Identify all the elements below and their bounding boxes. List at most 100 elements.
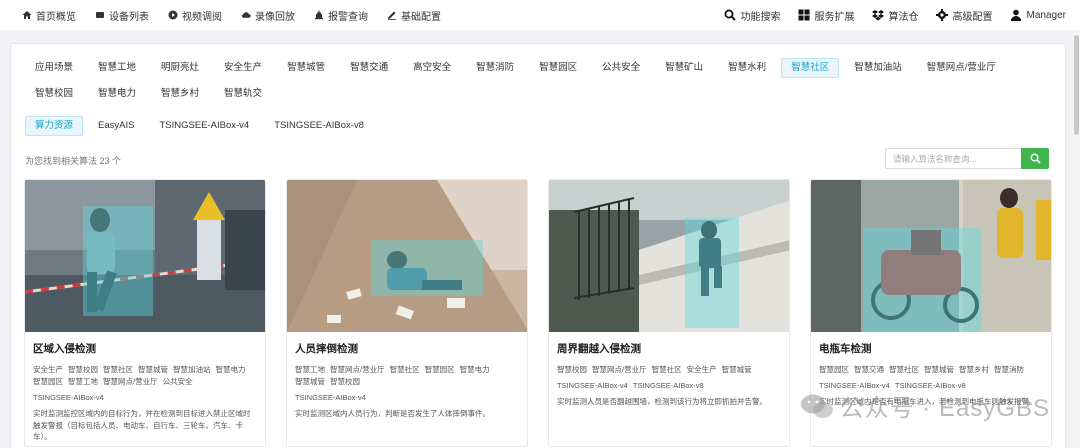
category-tab[interactable]: 智慧园区 (529, 58, 587, 78)
category-tab[interactable]: 智慧交通 (340, 58, 398, 78)
card-tag: 公共安全 (162, 377, 193, 386)
category-tab[interactable]: 安全生产 (214, 58, 272, 78)
nav-item-service-extension[interactable]: 服务扩展 (798, 8, 855, 23)
nav-item-advanced-config[interactable]: 高级配置 (935, 8, 993, 23)
card-tag: 智慧网点/营业厅 (103, 377, 158, 386)
card-tag: 智慧工地 (68, 377, 98, 386)
nav-item-playback[interactable]: 录像回放 (241, 8, 295, 23)
category-tab[interactable]: 智慧电力 (88, 84, 146, 104)
nav-label: 高级配置 (952, 11, 993, 23)
card-title: 区域入侵检测 (33, 343, 96, 355)
category-tab[interactable]: 智慧城管 (277, 58, 335, 78)
card-tag: 智慧消防 (994, 365, 1024, 374)
card-tag: 智慧城管 (138, 365, 168, 374)
card-tag: 智慧校园 (68, 365, 98, 374)
detection-box (371, 240, 483, 296)
nav-label: 视频调阅 (182, 11, 222, 23)
nav-item-function-search[interactable]: 功能搜索 (724, 8, 781, 23)
card-tag: 智慧园区 (819, 365, 849, 374)
category-tab[interactable]: 智慧轨交 (214, 84, 272, 104)
cloud-icon (241, 10, 251, 20)
grid-icon (798, 9, 810, 21)
edit-icon (387, 10, 397, 20)
card-tags: 安全生产 智慧校园 智慧社区 智慧城管 智慧加油站 智慧电力智慧园区 智慧工地 智慧网点/营业… (33, 364, 257, 388)
nav-item-algorithm-store[interactable]: 算法仓 (871, 8, 919, 23)
card-tag: 智慧电力 (459, 365, 490, 374)
source-tab[interactable]: TSINGSEE-AIBox-v4 (149, 116, 259, 136)
nav-label: 算法仓 (888, 11, 919, 23)
category-tab[interactable]: 智慧校园 (25, 84, 83, 104)
card-title: 电瓶车检测 (819, 343, 872, 355)
card-tags: 智慧园区 智慧交通 智慧社区 智慧城管 智慧乡村 智慧消防 (819, 364, 1043, 376)
source-filter-bar: 算力资源 EasyAIS TSINGSEE-AIBox-v4 TSINGSEE-… (25, 116, 379, 136)
source-tab-active[interactable]: 算力资源 (25, 116, 84, 136)
card-image (811, 180, 1051, 332)
play-icon (168, 10, 178, 20)
algorithm-card[interactable]: 人员摔倒检测 智慧工地 智慧网点/营业厅 智慧社区 智慧园区 智慧电力智慧城管 智慧校园 … (286, 179, 528, 447)
card-tag: 智慧城管 (295, 377, 325, 386)
card-tag: 智慧社区 (889, 365, 919, 374)
card-image (25, 180, 265, 332)
nav-label: 报警查询 (328, 11, 368, 23)
user-icon (1010, 9, 1022, 21)
result-count: 为您找到相关算法 23 个 (25, 156, 122, 166)
category-tab[interactable]: 智慧加油站 (844, 58, 912, 78)
card-tag: 智慧园区 (424, 365, 455, 374)
home-icon (22, 10, 32, 20)
card-device: TSINGSEE-AIBox-v4 (33, 393, 104, 402)
category-tab[interactable]: 公共安全 (592, 58, 650, 78)
category-tab[interactable]: 智慧消防 (466, 58, 524, 78)
card-tag: 智慧电力 (215, 365, 246, 374)
gear-icon (935, 9, 948, 21)
page-scrollbar[interactable] (1073, 30, 1080, 448)
card-tag: 智慧交通 (854, 365, 884, 374)
scrollbar-thumb[interactable] (1074, 35, 1079, 135)
nav-label: 功能搜索 (740, 11, 781, 23)
category-tab[interactable]: 应用场景 (25, 58, 83, 78)
search-button[interactable] (1021, 148, 1049, 169)
card-tag: 智慧城管 (924, 365, 954, 374)
category-filter-bar: 应用场景 智慧工地 明厨亮灶 安全生产 智慧城管 智慧交通 高空安全 智慧消防 … (25, 58, 1055, 110)
card-tag: 智慧网点/营业厅 (330, 365, 385, 374)
nav-item-devices[interactable]: 设备列表 (95, 8, 149, 23)
card-tag: 智慧工地 (295, 365, 325, 374)
category-tab[interactable]: 智慧工地 (88, 58, 146, 78)
search-icon (724, 9, 736, 21)
card-tag: 智慧校园 (330, 377, 360, 386)
detection-box (685, 218, 739, 328)
category-tab[interactable]: 智慧网点/营业厅 (917, 58, 1006, 78)
nav-item-home[interactable]: 首页概览 (22, 8, 76, 23)
category-tab-active[interactable]: 智慧社区 (781, 58, 840, 78)
algorithm-card[interactable]: 周界翻越入侵检测 智慧校园 智慧网点/营业厅 智慧社区 安全生产 智慧城管 TSINGS… (548, 179, 790, 447)
nav-item-alarms[interactable]: 报警查询 (314, 8, 368, 23)
category-tab[interactable]: 明厨亮灶 (151, 58, 209, 78)
card-devices: TSINGSEE-AIBox-v4 TSINGSEE-AIBox-v8 (557, 380, 781, 392)
algorithm-card[interactable]: 区域入侵检测 安全生产 智慧校园 智慧社区 智慧城管 智慧加油站 智慧电力智慧园区 智慧工地… (24, 179, 266, 447)
nav-label: 录像回放 (255, 11, 295, 23)
nav-left-group: 首页概览 设备列表 视频调阅 录像回放 报警查询 基础配置 (22, 8, 460, 23)
category-tab[interactable]: 智慧水利 (718, 58, 776, 78)
card-device: TSINGSEE-AIBox-v8 (632, 381, 704, 390)
nav-label: 首页概览 (36, 11, 76, 23)
nav-item-video[interactable]: 视频调阅 (168, 8, 222, 23)
card-device: TSINGSEE-AIBox-v4 (557, 381, 628, 390)
category-tab[interactable]: 智慧矿山 (655, 58, 713, 78)
source-tab[interactable]: EasyAIS (88, 116, 144, 136)
nav-item-user-menu[interactable]: Manager (1010, 9, 1066, 21)
category-tab[interactable]: 智慧乡村 (151, 84, 209, 104)
wechat-icon (800, 394, 833, 418)
source-tab[interactable]: TSINGSEE-AIBox-v8 (264, 116, 374, 136)
nav-item-config[interactable]: 基础配置 (387, 8, 441, 23)
card-tag: 智慧城管 (721, 365, 752, 374)
card-tags: 智慧工地 智慧网点/营业厅 智慧社区 智慧园区 智慧电力智慧城管 智慧校园 (295, 364, 519, 388)
nav-label: 设备列表 (109, 11, 149, 23)
search-input[interactable] (885, 148, 1021, 169)
card-device: TSINGSEE-AIBox-v4 (295, 393, 366, 402)
card-image (287, 180, 527, 332)
category-tab[interactable]: 高空安全 (403, 58, 461, 78)
top-navigation: 首页概览 设备列表 视频调阅 录像回放 报警查询 基础配置 功能搜索 服务扩展 … (0, 0, 1080, 30)
card-title: 人员摔倒检测 (295, 343, 358, 355)
nav-label: 基础配置 (401, 11, 441, 23)
watermark: 公众号 · EasyGBS (800, 388, 1050, 423)
card-tag: 智慧网点/营业厅 (592, 365, 647, 374)
